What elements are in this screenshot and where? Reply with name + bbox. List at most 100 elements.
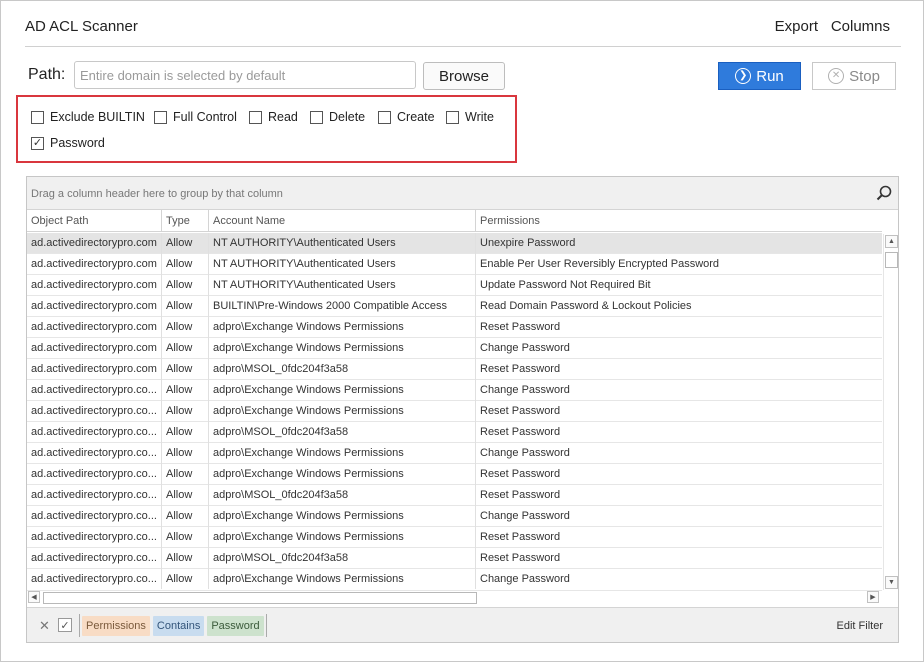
cell-account-name: adpro\Exchange Windows Permissions bbox=[209, 527, 476, 548]
scroll-thumb[interactable] bbox=[885, 252, 898, 268]
horizontal-scrollbar[interactable]: ◀ ▶ bbox=[27, 590, 882, 605]
cell-permissions: Change Password bbox=[480, 573, 570, 585]
cell-object-path: ad.activedirectorypro.com bbox=[27, 233, 162, 254]
run-button[interactable]: ❯ Run bbox=[718, 62, 801, 90]
permission-filter-group: Exclude BUILTIN Full Control Read Delete… bbox=[16, 95, 517, 163]
scroll-down-icon[interactable]: ▼ bbox=[885, 576, 898, 589]
cell-permissions: Reset Password bbox=[480, 468, 561, 480]
table-row[interactable]: ad.activedirectorypro.co... Allow adpro\MS… bbox=[27, 485, 882, 506]
scroll-left-icon[interactable]: ◀ bbox=[28, 591, 40, 603]
clear-filter-icon[interactable]: ✕ bbox=[39, 618, 50, 634]
checkbox[interactable] bbox=[154, 110, 167, 124]
filter-enabled-checkbox[interactable]: ✓ bbox=[58, 618, 72, 632]
filter-delete[interactable]: Delete bbox=[310, 110, 365, 124]
cell-object-path: ad.activedirectorypro.co... bbox=[27, 548, 162, 569]
cell-permissions: Unexpire Password bbox=[480, 237, 576, 249]
cell-object-path: ad.activedirectorypro.co... bbox=[27, 527, 162, 548]
browse-button[interactable]: Browse bbox=[423, 62, 505, 90]
cell-object-path: ad.activedirectorypro.co... bbox=[27, 485, 162, 506]
filter-label: Create bbox=[397, 110, 435, 124]
table-row[interactable]: ad.activedirectorypro.com Allow NT AUTHORI… bbox=[27, 275, 882, 296]
cell-account-name: NT AUTHORITY\Authenticated Users bbox=[209, 254, 476, 275]
column-header-permissions[interactable]: Permissions bbox=[476, 210, 882, 232]
cell-object-path: ad.activedirectorypro.com bbox=[27, 275, 162, 296]
checkbox[interactable] bbox=[31, 110, 44, 124]
cell-type: Allow bbox=[162, 443, 209, 464]
cell-permissions: Reset Password bbox=[480, 363, 561, 375]
checkbox[interactable] bbox=[249, 110, 262, 124]
results-grid: Drag a column header here to group by th… bbox=[26, 176, 899, 643]
filter-operator: Contains bbox=[152, 615, 205, 636]
cell-permissions: Reset Password bbox=[480, 531, 561, 543]
scroll-thumb-horizontal[interactable] bbox=[43, 592, 477, 604]
app-title: AD ACL Scanner bbox=[25, 18, 138, 35]
table-row[interactable]: ad.activedirectorypro.co... Allow adpro\MS… bbox=[27, 422, 882, 443]
filter-create[interactable]: Create bbox=[378, 110, 435, 124]
path-input[interactable] bbox=[74, 61, 416, 89]
cell-object-path: ad.activedirectorypro.com bbox=[27, 338, 162, 359]
group-by-hint: Drag a column header here to group by th… bbox=[31, 188, 283, 200]
checkbox[interactable]: ✓ bbox=[31, 136, 44, 150]
table-row[interactable]: ad.activedirectorypro.co... Allow adpro\Ex… bbox=[27, 443, 882, 464]
checkbox[interactable] bbox=[378, 110, 391, 124]
filter-password[interactable]: ✓ Password bbox=[31, 136, 105, 150]
table-row[interactable]: ad.activedirectorypro.co... Allow adpro\Ex… bbox=[27, 464, 882, 485]
table-row[interactable]: ad.activedirectorypro.co... Allow adpro\Ex… bbox=[27, 380, 882, 401]
cell-permissions: Reset Password bbox=[480, 405, 561, 417]
cell-permissions: Change Password bbox=[480, 384, 570, 396]
table-row[interactable]: ad.activedirectorypro.com Allow adpro\Exch… bbox=[27, 317, 882, 338]
cell-object-path: ad.activedirectorypro.com bbox=[27, 359, 162, 380]
cell-type: Allow bbox=[162, 254, 209, 275]
cell-object-path: ad.activedirectorypro.com bbox=[27, 317, 162, 338]
scroll-right-icon[interactable]: ▶ bbox=[867, 591, 879, 603]
table-row[interactable]: ad.activedirectorypro.co... Allow adpro\MS… bbox=[27, 548, 882, 569]
edit-filter-link[interactable]: Edit Filter bbox=[837, 620, 883, 632]
cell-type: Allow bbox=[162, 359, 209, 380]
export-menu[interactable]: Export bbox=[775, 18, 818, 35]
cell-object-path: ad.activedirectorypro.co... bbox=[27, 569, 162, 589]
cell-object-path: ad.activedirectorypro.com bbox=[27, 296, 162, 317]
vertical-scrollbar[interactable]: ▲ ▼ bbox=[883, 234, 898, 590]
cell-account-name: adpro\MSOL_0fdc204f3a58 bbox=[209, 422, 476, 443]
cell-account-name: adpro\Exchange Windows Permissions bbox=[209, 569, 476, 589]
cell-permissions: Reset Password bbox=[480, 321, 561, 333]
filter-exclude-builtin[interactable]: Exclude BUILTIN bbox=[31, 110, 145, 124]
table-row[interactable]: ad.activedirectorypro.com Allow NT AUTHORI… bbox=[27, 233, 882, 254]
filter-expression[interactable]: Permissions Contains Password bbox=[79, 614, 267, 637]
close-circle-icon: ✕ bbox=[828, 68, 845, 84]
table-row[interactable]: ad.activedirectorypro.co... Allow adpro\Ex… bbox=[27, 506, 882, 527]
filter-label: Delete bbox=[329, 110, 366, 124]
filter-label: Write bbox=[465, 110, 494, 124]
cell-object-path: ad.activedirectorypro.co... bbox=[27, 422, 162, 443]
table-row[interactable]: ad.activedirectorypro.com Allow NT AUTHORI… bbox=[27, 254, 882, 275]
cell-type: Allow bbox=[162, 527, 209, 548]
cell-account-name: adpro\MSOL_0fdc204f3a58 bbox=[209, 548, 476, 569]
column-header-type[interactable]: Type bbox=[162, 210, 209, 232]
group-by-panel[interactable]: Drag a column header here to group by th… bbox=[27, 177, 898, 210]
columns-menu[interactable]: Columns bbox=[831, 18, 890, 35]
filter-read[interactable]: Read bbox=[249, 110, 298, 124]
cell-permissions: Reset Password bbox=[480, 426, 561, 438]
filter-label: Read bbox=[268, 110, 298, 124]
table-row[interactable]: ad.activedirectorypro.com Allow adpro\Exch… bbox=[27, 338, 882, 359]
table-row[interactable]: ad.activedirectorypro.co... Allow adpro\Ex… bbox=[27, 569, 882, 589]
stop-button[interactable]: ✕ Stop bbox=[812, 62, 896, 90]
table-row[interactable]: ad.activedirectorypro.co... Allow adpro\Ex… bbox=[27, 401, 882, 422]
checkbox[interactable] bbox=[310, 110, 323, 124]
scroll-up-icon[interactable]: ▲ bbox=[885, 235, 898, 248]
table-row[interactable]: ad.activedirectorypro.com Allow adpro\MSOL… bbox=[27, 359, 882, 380]
filter-write[interactable]: Write bbox=[446, 110, 494, 124]
table-row[interactable]: ad.activedirectorypro.com Allow BUILTIN\Pr… bbox=[27, 296, 882, 317]
cell-account-name: NT AUTHORITY\Authenticated Users bbox=[209, 275, 476, 296]
cell-permissions: Change Password bbox=[480, 510, 570, 522]
filter-panel: ✕ ✓ Permissions Contains Password Edit F… bbox=[27, 607, 898, 642]
filter-value: Password bbox=[207, 615, 264, 636]
cell-type: Allow bbox=[162, 401, 209, 422]
column-header-object-path[interactable]: Object Path bbox=[27, 210, 162, 232]
column-header-account-name[interactable]: Account Name bbox=[209, 210, 476, 232]
checkbox[interactable] bbox=[446, 110, 459, 124]
table-row[interactable]: ad.activedirectorypro.co... Allow adpro\Ex… bbox=[27, 527, 882, 548]
cell-account-name: adpro\MSOL_0fdc204f3a58 bbox=[209, 359, 476, 380]
filter-full-control[interactable]: Full Control bbox=[154, 110, 237, 124]
search-icon[interactable] bbox=[876, 185, 892, 201]
